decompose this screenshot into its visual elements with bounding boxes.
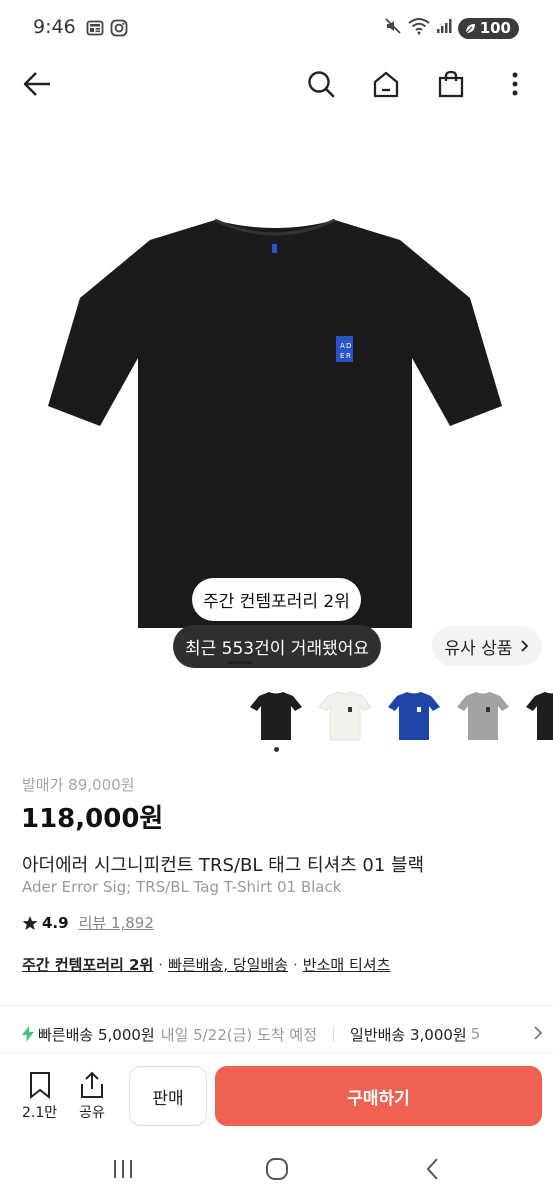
similar-products-button[interactable]: 유사 상품 (432, 626, 542, 666)
chevron-right-icon[interactable] (533, 1025, 543, 1041)
chevron-right-icon (521, 640, 529, 652)
thumbnail-black-2[interactable] (524, 686, 553, 742)
rating-row: 4.9 리뷰 1,892 (22, 912, 154, 933)
section-divider (0, 1005, 553, 1006)
product-name-korean: 아더에러 시그니피컨트 TRS/BL 태그 티셔츠 01 블랙 (22, 855, 425, 876)
product-image: A D E R (48, 218, 502, 628)
share-label: 공유 (79, 1105, 105, 1121)
battery-indicator: 100 (457, 17, 519, 39)
battery-level: 100 (479, 19, 511, 37)
lightning-icon (22, 1026, 34, 1042)
thumbnail-white[interactable] (317, 686, 373, 742)
sell-button[interactable]: 판매 (129, 1066, 207, 1126)
svg-text:A: A (340, 342, 345, 350)
home-icon[interactable] (370, 68, 402, 100)
tag-weekly-rank[interactable]: 주간 컨템포러리 2위 (22, 954, 153, 975)
wifi-icon (408, 17, 430, 39)
fast-delivery-eta: 내일 5/22(금) 도착 예정 (160, 1025, 318, 1044)
svg-text:R: R (346, 352, 351, 360)
shipping-separator (333, 1026, 335, 1042)
share-button[interactable]: 공유 (79, 1071, 105, 1122)
buy-button[interactable]: 구매하기 (215, 1066, 542, 1126)
shopping-bag-icon[interactable] (435, 68, 467, 100)
recent-trades-badge: 최근 553건이 거래됐어요 (173, 625, 381, 668)
rating-score: 4.9 (42, 913, 69, 932)
thumbnail-grey[interactable] (455, 686, 511, 742)
svg-text:D: D (346, 342, 351, 350)
thumbnail-blue[interactable] (386, 686, 442, 742)
normal-delivery-price: 일반배송 3,000원 (350, 1025, 467, 1044)
search-icon[interactable] (305, 68, 337, 100)
status-bar: 9:46 100 (0, 0, 553, 58)
signal-icon (436, 18, 452, 38)
tag-separator: · (293, 955, 298, 974)
home-button-icon[interactable] (262, 1154, 292, 1184)
thumbnail-black[interactable] (248, 686, 304, 742)
product-name-english: Ader Error Sig; TRS/BL Tag T-Shirt 01 Bl… (22, 878, 342, 896)
back-button-icon[interactable] (418, 1154, 448, 1184)
wishlist-count: 2.1만 (22, 1105, 58, 1121)
mute-icon (384, 17, 402, 39)
instagram-icon (110, 19, 128, 37)
back-arrow-icon[interactable] (21, 68, 53, 100)
bottom-action-bar: 2.1만 공유 판매 구매하기 (0, 1052, 553, 1144)
wishlist-button[interactable]: 2.1만 (22, 1071, 57, 1122)
system-navigation-bar (0, 1144, 553, 1200)
svg-text:E: E (340, 352, 344, 360)
status-time: 9:46 (33, 16, 76, 38)
carousel-indicator (228, 661, 252, 664)
tag-separator: · (158, 955, 164, 974)
shipping-options[interactable]: 빠른배송 5,000원 내일 5/22(금) 도착 예정 일반배송 3,000원… (22, 1023, 553, 1045)
share-icon (81, 1071, 103, 1098)
fast-delivery-price: 빠른배송 5,000원 (38, 1025, 155, 1044)
star-icon (22, 915, 38, 930)
product-tags: 주간 컨템포러리 2위 · 빠른배송, 당일배송 · 반소매 티셔츠 (22, 954, 390, 975)
similar-products-label: 유사 상품 (444, 638, 513, 659)
bookmark-icon (29, 1072, 50, 1099)
normal-delivery-eta-partial: 5 (470, 1025, 481, 1043)
news-widget-icon (86, 19, 104, 37)
tag-category[interactable]: 반소매 티셔츠 (303, 954, 391, 975)
weekly-rank-badge[interactable]: 주간 컨템포러리 2위 (192, 578, 361, 621)
release-price: 발매가 89,000원 (22, 776, 135, 794)
thumbnail-page-dot (274, 747, 279, 752)
color-thumbnails (248, 686, 553, 742)
review-link[interactable]: 리뷰 1,892 (79, 912, 154, 933)
leaf-icon (465, 23, 475, 33)
more-vertical-icon[interactable] (499, 68, 531, 100)
current-price: 118,000원 (21, 804, 164, 834)
recent-apps-icon[interactable] (108, 1154, 138, 1184)
app-bar (0, 58, 553, 114)
tag-delivery[interactable]: 빠른배송, 당일배송 (168, 954, 288, 975)
